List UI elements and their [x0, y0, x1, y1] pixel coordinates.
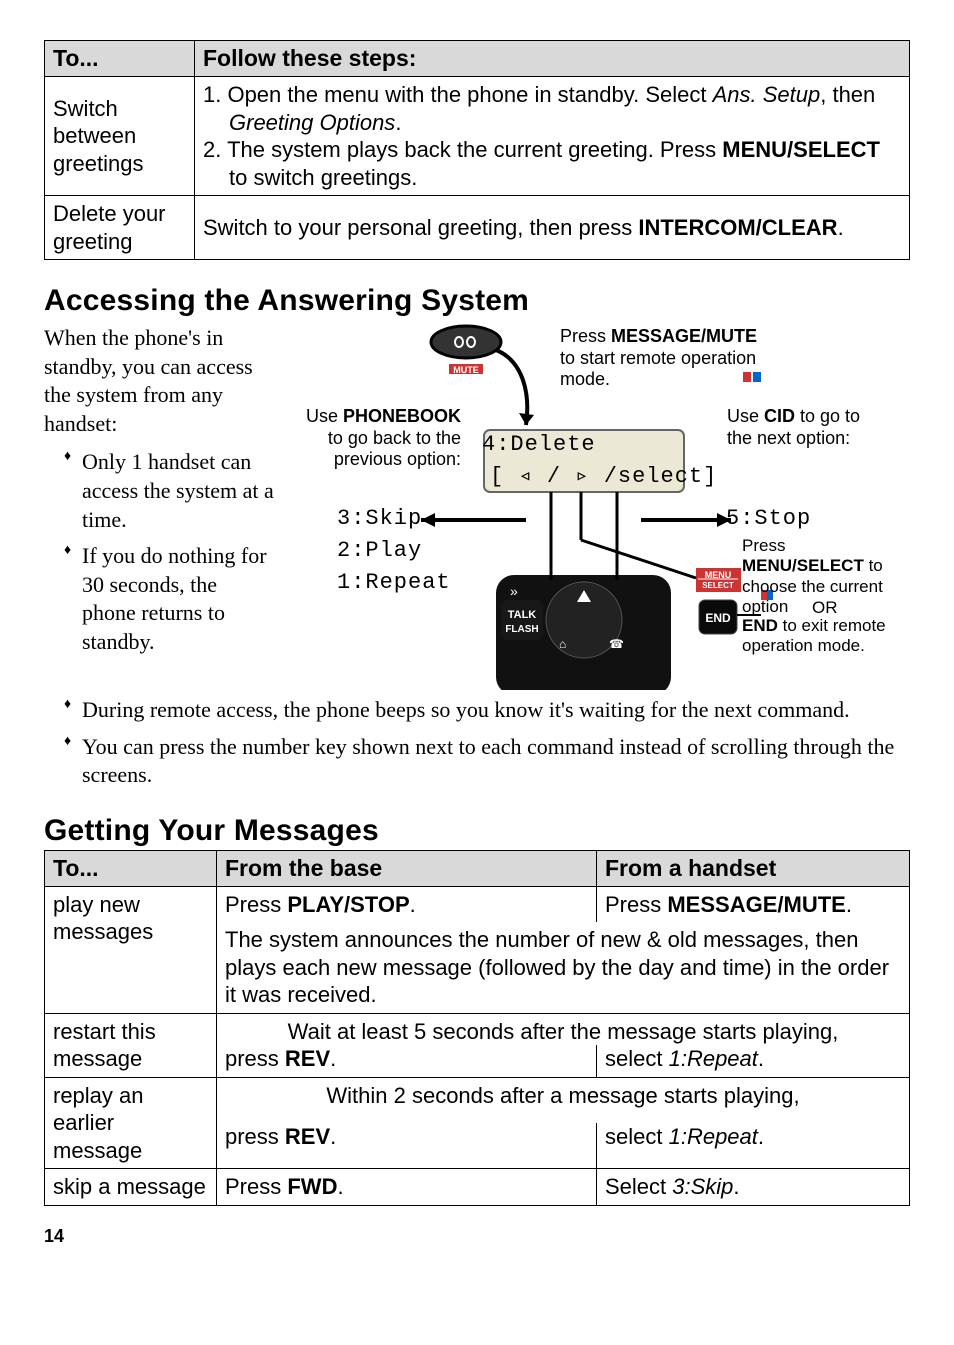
annot-end: END to exit remote operation mode. [742, 616, 902, 657]
th-steps: Follow these steps: [195, 41, 910, 77]
annot-message-mute: Press MESSAGE/MUTE to start remote opera… [560, 326, 770, 391]
opt-skip: 3:Skip [337, 506, 422, 532]
intro-text: When the phone's in standby, you can acc… [44, 324, 274, 438]
svg-text:☎: ☎ [609, 637, 624, 651]
th2-to: To... [45, 850, 217, 886]
cell-skip: skip a message [45, 1169, 217, 1206]
opt-stop: 5:Stop [726, 506, 811, 532]
th2-handset: From a handset [597, 850, 910, 886]
cell-switch-steps: 1. Open the menu with the phone in stand… [195, 77, 910, 196]
opt-play: 2:Play [337, 538, 422, 564]
greetings-table: To... Follow these steps: Switch between… [44, 40, 910, 260]
cell-delete-steps: Switch to your personal greeting, then p… [195, 196, 910, 260]
cell-skip-handset: Select 3:Skip. [597, 1169, 910, 1206]
th2-base: From the base [217, 850, 597, 886]
svg-text:»: » [510, 583, 518, 599]
lcd-line-2: [ ◃ / ▹ /select] [490, 464, 717, 490]
bullet-beeps: During remote access, the phone beeps so… [64, 696, 910, 725]
heading-accessing: Accessing the Answering System [44, 284, 910, 318]
bullet-timeout: If you do nothing for 30 seconds, the ph… [64, 542, 274, 656]
lcd-line-1: 4:Delete [482, 432, 596, 458]
cell-switch-greetings: Switch between greetings [45, 77, 195, 196]
cell-restart: restart this message [45, 1013, 217, 1077]
cell-play-base: Press PLAY/STOP. [217, 886, 597, 922]
svg-text:TALK: TALK [508, 609, 537, 621]
heading-getting-messages: Getting Your Messages [44, 814, 910, 848]
annot-phonebook: Use PHONEBOOK to go back to the previous… [286, 406, 461, 471]
svg-text:⌂: ⌂ [559, 637, 566, 651]
cell-play-desc: The system announces the number of new &… [217, 922, 910, 1013]
cell-replay-base: press REV. [217, 1123, 597, 1169]
svg-text:SELECT: SELECT [702, 581, 734, 590]
cell-replay-handset: select 1:Repeat. [597, 1123, 910, 1169]
cell-restart-base: press REV. [217, 1045, 597, 1077]
cell-play-new: play new messages [45, 886, 217, 1013]
opt-repeat: 1:Repeat [337, 570, 451, 596]
th-to: To... [45, 41, 195, 77]
cell-delete-greeting: Delete your greeting [45, 196, 195, 260]
annot-cid: Use CID to go to the next option: [727, 406, 887, 449]
svg-text:END: END [705, 611, 731, 625]
svg-text:MUTE: MUTE [453, 365, 479, 375]
cell-skip-base: Press FWD. [217, 1169, 597, 1206]
cell-replay: replay an earlier message [45, 1077, 217, 1169]
svg-text:FLASH: FLASH [505, 624, 538, 635]
messages-table: To... From the base From a handset play … [44, 850, 910, 1206]
cell-play-handset: Press MESSAGE/MUTE. [597, 886, 910, 922]
cell-restart-handset: select 1:Repeat. [597, 1045, 910, 1077]
remote-operation-figure: MUTE ⌂ ☎ TALK FLASH [292, 320, 910, 690]
page-number: 14 [44, 1226, 910, 1247]
cell-restart-span: Wait at least 5 seconds after the messag… [217, 1013, 910, 1045]
page-content: To... Follow these steps: Switch between… [0, 0, 954, 1257]
bullet-one-handset: Only 1 handset can access the system at … [64, 448, 274, 534]
bullet-number-key: You can press the number key shown next … [64, 733, 910, 790]
cell-replay-span: Within 2 seconds after a message starts … [217, 1077, 910, 1123]
